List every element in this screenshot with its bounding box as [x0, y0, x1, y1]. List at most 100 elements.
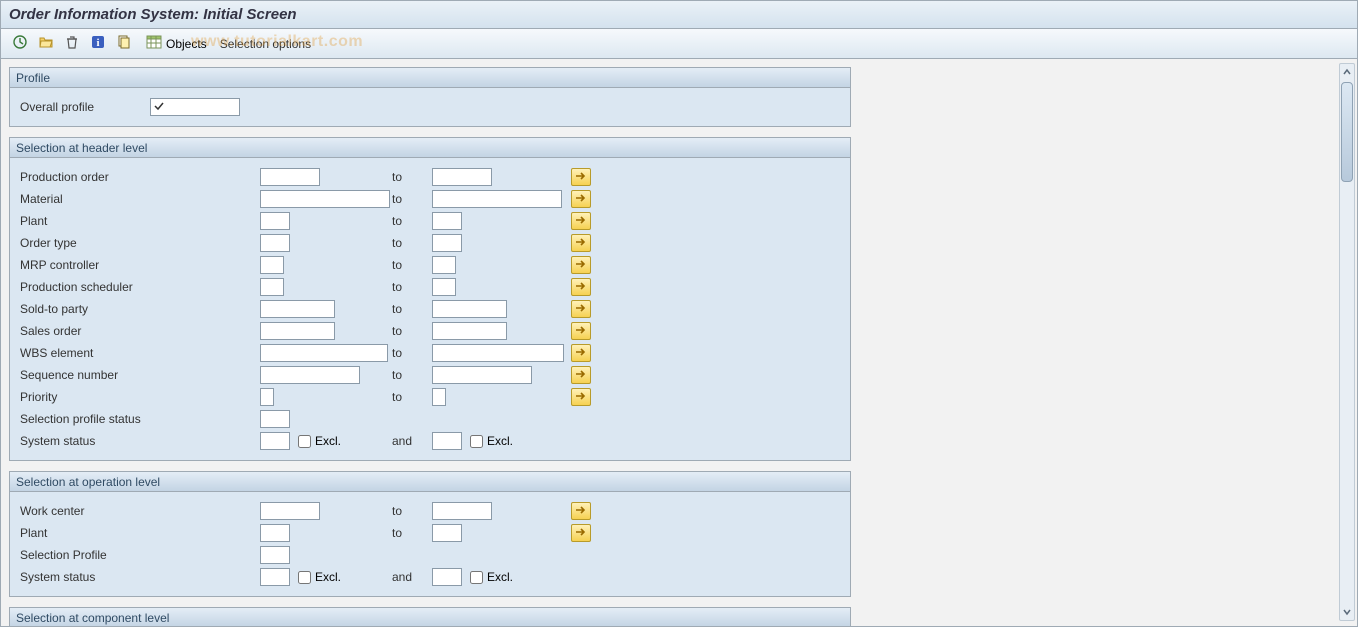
scroll-thumb[interactable]: [1341, 82, 1353, 182]
overall-profile-input[interactable]: [150, 98, 240, 116]
row-system-status-operation: System status Excl. and Excl.: [10, 566, 850, 588]
row-material: Material to: [10, 188, 850, 210]
title-bar: Order Information System: Initial Screen: [1, 1, 1357, 29]
folder-open-icon: [38, 34, 54, 53]
multiple-selection-button[interactable]: [571, 322, 591, 340]
arrow-right-icon: [575, 324, 587, 338]
priority-from[interactable]: [260, 388, 274, 406]
selection-profile-status-input[interactable]: [260, 410, 290, 428]
system-status-2-input[interactable]: [432, 432, 462, 450]
sold-to-party-to[interactable]: [432, 300, 507, 318]
scroll-down-button[interactable]: [1340, 604, 1354, 620]
scroll-track[interactable]: [1340, 80, 1354, 604]
arrow-right-icon: [575, 526, 587, 540]
system-status-1-input[interactable]: [260, 432, 290, 450]
chevron-up-icon: [1343, 65, 1351, 79]
plant-from[interactable]: [260, 212, 290, 230]
system-status-excl-2-checkbox[interactable]: [470, 435, 483, 448]
selection-options-button[interactable]: Selection options: [214, 34, 317, 54]
multiple-selection-button[interactable]: [571, 212, 591, 230]
sales-order-to[interactable]: [432, 322, 507, 340]
system-status-op-excl-2-checkbox[interactable]: [470, 571, 483, 584]
multiple-selection-button[interactable]: [571, 190, 591, 208]
delete-button[interactable]: [61, 34, 83, 54]
production-scheduler-from[interactable]: [260, 278, 284, 296]
sold-to-party-from[interactable]: [260, 300, 335, 318]
work-center-from[interactable]: [260, 502, 320, 520]
production-order-to[interactable]: [432, 168, 492, 186]
system-status-excl-1-checkbox[interactable]: [298, 435, 311, 448]
objects-button[interactable]: Objects: [139, 34, 210, 54]
system-status-op-excl-1-checkbox[interactable]: [298, 571, 311, 584]
get-variant-button[interactable]: [35, 34, 57, 54]
label-material: Material: [10, 192, 260, 206]
plant-to[interactable]: [432, 212, 462, 230]
multiple-selection-button[interactable]: [571, 524, 591, 542]
label-production-order: Production order: [10, 170, 260, 184]
arrow-right-icon: [575, 258, 587, 272]
multiple-selection-button[interactable]: [571, 234, 591, 252]
label-wbs-element: WBS element: [10, 346, 260, 360]
scroll-up-button[interactable]: [1340, 64, 1354, 80]
material-from[interactable]: [260, 190, 390, 208]
multiple-selection-button[interactable]: [571, 256, 591, 274]
material-to[interactable]: [432, 190, 562, 208]
production-order-from[interactable]: [260, 168, 320, 186]
label-mrp-controller: MRP controller: [10, 258, 260, 272]
vertical-scrollbar[interactable]: [1339, 63, 1355, 621]
system-status-op-1-input[interactable]: [260, 568, 290, 586]
multiple-selection-button[interactable]: [571, 278, 591, 296]
multiple-selection-button[interactable]: [571, 300, 591, 318]
arrow-right-icon: [575, 390, 587, 404]
copy-button[interactable]: [113, 34, 135, 54]
to-label: to: [392, 324, 432, 338]
info-button[interactable]: i: [87, 34, 109, 54]
overall-profile-label: Overall profile: [10, 100, 150, 114]
plant-op-from[interactable]: [260, 524, 290, 542]
label-production-scheduler: Production scheduler: [10, 280, 260, 294]
to-label: to: [392, 214, 432, 228]
order-type-from[interactable]: [260, 234, 290, 252]
row-plant-operation: Plant to: [10, 522, 850, 544]
copy-icon: [116, 34, 132, 53]
selection-options-label: Selection options: [220, 37, 311, 51]
panel-profile: Profile Overall profile: [9, 67, 851, 127]
wbs-element-to[interactable]: [432, 344, 564, 362]
plant-op-to[interactable]: [432, 524, 462, 542]
sales-order-from[interactable]: [260, 322, 335, 340]
arrow-right-icon: [575, 368, 587, 382]
row-production-order: Production order to: [10, 166, 850, 188]
to-label: to: [392, 346, 432, 360]
multiple-selection-button[interactable]: [571, 344, 591, 362]
sequence-number-to[interactable]: [432, 366, 532, 384]
label-system-status: System status: [10, 570, 260, 584]
to-label: to: [392, 236, 432, 250]
panel-profile-header: Profile: [10, 68, 850, 88]
row-sales-order: Sales order to: [10, 320, 850, 342]
multiple-selection-button[interactable]: [571, 168, 591, 186]
trash-icon: [64, 34, 80, 53]
arrow-right-icon: [575, 504, 587, 518]
multiple-selection-button[interactable]: [571, 366, 591, 384]
panel-operation-level-title: Selection at operation level: [10, 472, 850, 492]
panel-header-level: Selection at header level Production ord…: [9, 137, 851, 461]
execute-button[interactable]: [9, 34, 31, 54]
selection-profile-input[interactable]: [260, 546, 290, 564]
production-scheduler-to[interactable]: [432, 278, 456, 296]
mrp-controller-from[interactable]: [260, 256, 284, 274]
to-label: to: [392, 192, 432, 206]
system-status-op-2-input[interactable]: [432, 568, 462, 586]
work-center-to[interactable]: [432, 502, 492, 520]
multiple-selection-button[interactable]: [571, 388, 591, 406]
mrp-controller-to[interactable]: [432, 256, 456, 274]
priority-to[interactable]: [432, 388, 446, 406]
order-type-to[interactable]: [432, 234, 462, 252]
wbs-element-from[interactable]: [260, 344, 388, 362]
clock-icon: [12, 34, 28, 53]
sequence-number-from[interactable]: [260, 366, 360, 384]
to-label: to: [392, 504, 432, 518]
arrow-right-icon: [575, 214, 587, 228]
multiple-selection-button[interactable]: [571, 502, 591, 520]
chevron-down-icon: [1343, 605, 1351, 619]
excl-label: Excl.: [315, 434, 341, 448]
